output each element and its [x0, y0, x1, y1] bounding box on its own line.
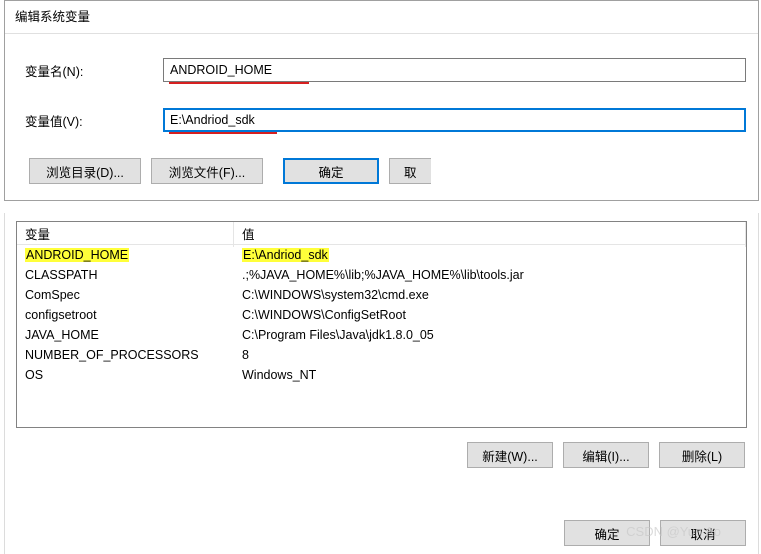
annotation-underline-red: [169, 132, 277, 134]
cell-variable: ComSpec: [17, 287, 234, 303]
cancel-button-partial[interactable]: 取: [389, 158, 431, 184]
cell-variable: ANDROID_HOME: [17, 247, 234, 263]
cell-value: Windows_NT: [234, 367, 746, 383]
variables-table: 变量 值 ANDROID_HOMEE:\Andriod_sdkCLASSPATH…: [16, 221, 747, 428]
cell-value: E:\Andriod_sdk: [234, 247, 746, 263]
table-body[interactable]: ANDROID_HOMEE:\Andriod_sdkCLASSPATH.;%JA…: [17, 245, 746, 428]
table-row[interactable]: JAVA_HOMEC:\Program Files\Java\jdk1.8.0_…: [17, 325, 746, 345]
annotation-underline-red: [169, 82, 309, 84]
variable-value-label: 变量值(V):: [23, 111, 163, 130]
dialog-body: 变量名(N): 变量值(V): 浏览目录(D)... 浏览文件(F)... 确定…: [5, 34, 758, 200]
variable-name-input[interactable]: [163, 58, 746, 82]
delete-button[interactable]: 删除(L): [659, 442, 745, 468]
cell-value: 8: [234, 347, 746, 363]
cell-variable: JAVA_HOME: [17, 327, 234, 343]
variable-name-label: 变量名(N):: [23, 61, 163, 80]
browse-file-button[interactable]: 浏览文件(F)...: [151, 158, 263, 184]
cell-value: C:\Program Files\Java\jdk1.8.0_05: [234, 327, 746, 343]
cell-variable: OS: [17, 367, 234, 383]
table-button-row: 新建(W)... 编辑(I)... 删除(L): [16, 428, 747, 468]
variable-value-input[interactable]: [163, 108, 746, 132]
edit-system-variable-dialog: 编辑系统变量 变量名(N): 变量值(V): 浏览目录(D)... 浏览文件(F…: [4, 0, 759, 201]
column-header-variable[interactable]: 变量: [17, 221, 234, 247]
footer-cancel-button[interactable]: 取消: [660, 520, 746, 546]
variable-value-row: 变量值(V):: [23, 108, 746, 132]
cell-variable: configsetroot: [17, 307, 234, 323]
cell-value: .;%JAVA_HOME%\lib;%JAVA_HOME%\lib\tools.…: [234, 267, 746, 283]
footer-button-row: 确定 取消: [564, 520, 746, 546]
cell-variable: CLASSPATH: [17, 267, 234, 283]
cell-variable: NUMBER_OF_PROCESSORS: [17, 347, 234, 363]
system-variables-panel: 变量 值 ANDROID_HOMEE:\Andriod_sdkCLASSPATH…: [4, 213, 759, 554]
cell-value: C:\WINDOWS\system32\cmd.exe: [234, 287, 746, 303]
table-row[interactable]: [17, 385, 746, 399]
table-row[interactable]: ComSpecC:\WINDOWS\system32\cmd.exe: [17, 285, 746, 305]
table-row[interactable]: OSWindows_NT: [17, 365, 746, 385]
table-row[interactable]: configsetrootC:\WINDOWS\ConfigSetRoot: [17, 305, 746, 325]
column-header-value[interactable]: 值: [234, 221, 746, 247]
footer-ok-button[interactable]: 确定: [564, 520, 650, 546]
ok-button[interactable]: 确定: [283, 158, 379, 184]
dialog-title: 编辑系统变量: [5, 1, 758, 34]
edit-button[interactable]: 编辑(I)...: [563, 442, 649, 468]
variable-name-row: 变量名(N):: [23, 58, 746, 82]
browse-directory-button[interactable]: 浏览目录(D)...: [29, 158, 141, 184]
table-header: 变量 值: [17, 222, 746, 245]
table-row[interactable]: ANDROID_HOMEE:\Andriod_sdk: [17, 245, 746, 265]
table-row[interactable]: NUMBER_OF_PROCESSORS8: [17, 345, 746, 365]
new-button[interactable]: 新建(W)...: [467, 442, 553, 468]
variable-value-input-wrap: [163, 108, 746, 132]
table-row[interactable]: CLASSPATH.;%JAVA_HOME%\lib;%JAVA_HOME%\l…: [17, 265, 746, 285]
variable-name-input-wrap: [163, 58, 746, 82]
dialog-button-row: 浏览目录(D)... 浏览文件(F)... 确定 取: [23, 158, 746, 184]
cell-value: C:\WINDOWS\ConfigSetRoot: [234, 307, 746, 323]
